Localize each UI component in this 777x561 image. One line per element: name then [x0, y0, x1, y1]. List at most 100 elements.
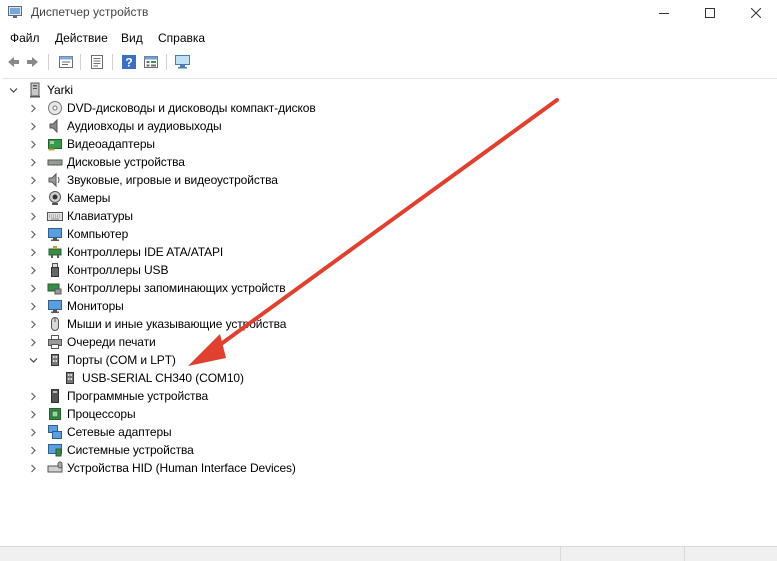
- tree-category-ide[interactable]: Контроллеры IDE ATA/ATAPI: [28, 243, 223, 261]
- tree-category-label: Очереди печати: [67, 335, 156, 349]
- chevron-right-icon[interactable]: [28, 99, 38, 117]
- tree-category-label: Программные устройства: [67, 389, 209, 403]
- chevron-right-icon[interactable]: [28, 225, 38, 243]
- back-button[interactable]: [4, 53, 22, 71]
- chevron-right-icon[interactable]: [28, 135, 38, 153]
- tree-category-label: Сетевые адаптеры: [67, 425, 172, 439]
- tree-category-dvd[interactable]: DVD-дисководы и дисководы компакт-дисков: [28, 99, 316, 117]
- view-button[interactable]: [142, 53, 160, 71]
- tree-category-monitors[interactable]: Мониторы: [28, 297, 124, 315]
- chevron-right-icon[interactable]: [28, 315, 38, 333]
- update-driver-icon: [91, 55, 103, 69]
- forward-button[interactable]: [24, 53, 42, 71]
- menu-action[interactable]: Действие: [55, 31, 108, 45]
- chevron-down-icon[interactable]: [28, 351, 38, 369]
- processor-icon: [47, 406, 63, 422]
- maximize-icon: [705, 8, 715, 18]
- chevron-right-icon[interactable]: [28, 189, 38, 207]
- chevron-right-icon[interactable]: [28, 459, 38, 477]
- tree-category-label: Клавиатуры: [67, 209, 133, 223]
- chevron-right-icon[interactable]: [28, 441, 38, 459]
- tree-device-usb-serial[interactable]: USB-SERIAL CH340 (COM10): [62, 369, 244, 387]
- tree-category-usb[interactable]: Контроллеры USB: [28, 261, 168, 279]
- svg-text:?: ?: [125, 56, 132, 70]
- dvd-drive-icon: [47, 100, 63, 116]
- tree-category-label: Процессоры: [67, 407, 136, 421]
- storage-controller-icon: [47, 280, 63, 296]
- minimize-button[interactable]: [641, 0, 687, 26]
- device-tree: Yarki DVD-дисководы и дисководы компакт-…: [2, 78, 777, 547]
- ide-controller-icon: [47, 244, 63, 260]
- tree-category-ports[interactable]: Порты (COM и LPT): [28, 351, 176, 369]
- port-icon: [47, 352, 63, 368]
- chevron-right-icon[interactable]: [28, 153, 38, 171]
- tree-category-sound[interactable]: Звуковые, игровые и видеоустройства: [28, 171, 278, 189]
- maximize-button[interactable]: [687, 0, 733, 26]
- chevron-right-icon[interactable]: [28, 117, 38, 135]
- display-adapter-icon: [47, 136, 63, 152]
- tree-category-label: Компьютер: [67, 227, 129, 241]
- chevron-right-icon[interactable]: [28, 171, 38, 189]
- chevron-right-icon[interactable]: [28, 243, 38, 261]
- properties-button[interactable]: [57, 53, 75, 71]
- chevron-right-icon[interactable]: [28, 423, 38, 441]
- tree-category-software-devices[interactable]: Программные устройства: [28, 387, 208, 405]
- menu-help[interactable]: Справка: [158, 31, 205, 45]
- device-manager-app-icon: [8, 6, 22, 19]
- tree-category-print-queues[interactable]: Очереди печати: [28, 333, 156, 351]
- usb-icon: [47, 262, 63, 278]
- tree-category-label: Устройства HID (Human Interface Devices): [67, 461, 296, 475]
- audio-io-icon: [47, 118, 63, 134]
- camera-icon: [47, 190, 63, 206]
- scan-hardware-button[interactable]: [174, 53, 192, 71]
- tree-category-computer[interactable]: Компьютер: [28, 225, 128, 243]
- tree-category-hid[interactable]: Устройства HID (Human Interface Devices): [28, 459, 296, 477]
- tree-category-label: Камеры: [67, 191, 111, 205]
- monitor-icon: [47, 298, 63, 314]
- chevron-right-icon[interactable]: [28, 405, 38, 423]
- computer-icon: [47, 226, 63, 242]
- tree-category-label: Мыши и иные указывающие устройства: [67, 317, 287, 331]
- sound-icon: [47, 172, 63, 188]
- chevron-right-icon[interactable]: [28, 279, 38, 297]
- chevron-right-icon[interactable]: [28, 387, 38, 405]
- chevron-right-icon[interactable]: [28, 261, 38, 279]
- forward-icon: [27, 57, 38, 67]
- chevron-right-icon[interactable]: [28, 297, 38, 315]
- close-button[interactable]: [733, 0, 777, 26]
- tree-category-label: Контроллеры IDE ATA/ATAPI: [67, 245, 224, 259]
- tree-category-processors[interactable]: Процессоры: [28, 405, 136, 423]
- toolbar-separator: [80, 54, 81, 70]
- tree-category-mice[interactable]: Мыши и иные указывающие устройства: [28, 315, 286, 333]
- tree-category-cameras[interactable]: Камеры: [28, 189, 110, 207]
- tree-root-node[interactable]: Yarki: [8, 81, 73, 99]
- close-icon: [751, 8, 761, 18]
- tree-category-label: Видеоадаптеры: [67, 137, 155, 151]
- chevron-down-icon[interactable]: [8, 81, 18, 99]
- help-button[interactable]: ?: [120, 53, 138, 71]
- tree-category-display-adapters[interactable]: Видеоадаптеры: [28, 135, 155, 153]
- tree-category-label: Звуковые, игровые и видеоустройства: [67, 173, 278, 187]
- tree-category-storage-controllers[interactable]: Контроллеры запоминающих устройств: [28, 279, 286, 297]
- network-adapter-icon: [47, 424, 63, 440]
- window-title: Диспетчер устройств: [31, 5, 149, 19]
- tree-category-keyboards[interactable]: Клавиатуры: [28, 207, 133, 225]
- tree-category-system-devices[interactable]: Системные устройства: [28, 441, 194, 459]
- computer-icon: [27, 82, 43, 98]
- tree-category-label: Дисковые устройства: [67, 155, 185, 169]
- monitor-scan-icon: [175, 55, 190, 69]
- tree-device-label: USB-SERIAL CH340 (COM10): [82, 371, 244, 385]
- tree-category-network-adapters[interactable]: Сетевые адаптеры: [28, 423, 172, 441]
- tree-category-audio-io[interactable]: Аудиовходы и аудиовыходы: [28, 117, 222, 135]
- toolbar-separator: [48, 54, 49, 70]
- tree-category-label: Контроллеры USB: [67, 263, 169, 277]
- menu-bar: Файл Действие Вид Справка: [0, 28, 777, 48]
- chevron-right-icon[interactable]: [28, 333, 38, 351]
- update-driver-button[interactable]: [88, 53, 106, 71]
- menu-file[interactable]: Файл: [10, 31, 40, 45]
- menu-view[interactable]: Вид: [121, 31, 143, 45]
- disk-drive-icon: [47, 154, 63, 170]
- tree-category-disk-drives[interactable]: Дисковые устройства: [28, 153, 185, 171]
- tree-category-label: Контроллеры запоминающих устройств: [67, 281, 286, 295]
- chevron-right-icon[interactable]: [28, 207, 38, 225]
